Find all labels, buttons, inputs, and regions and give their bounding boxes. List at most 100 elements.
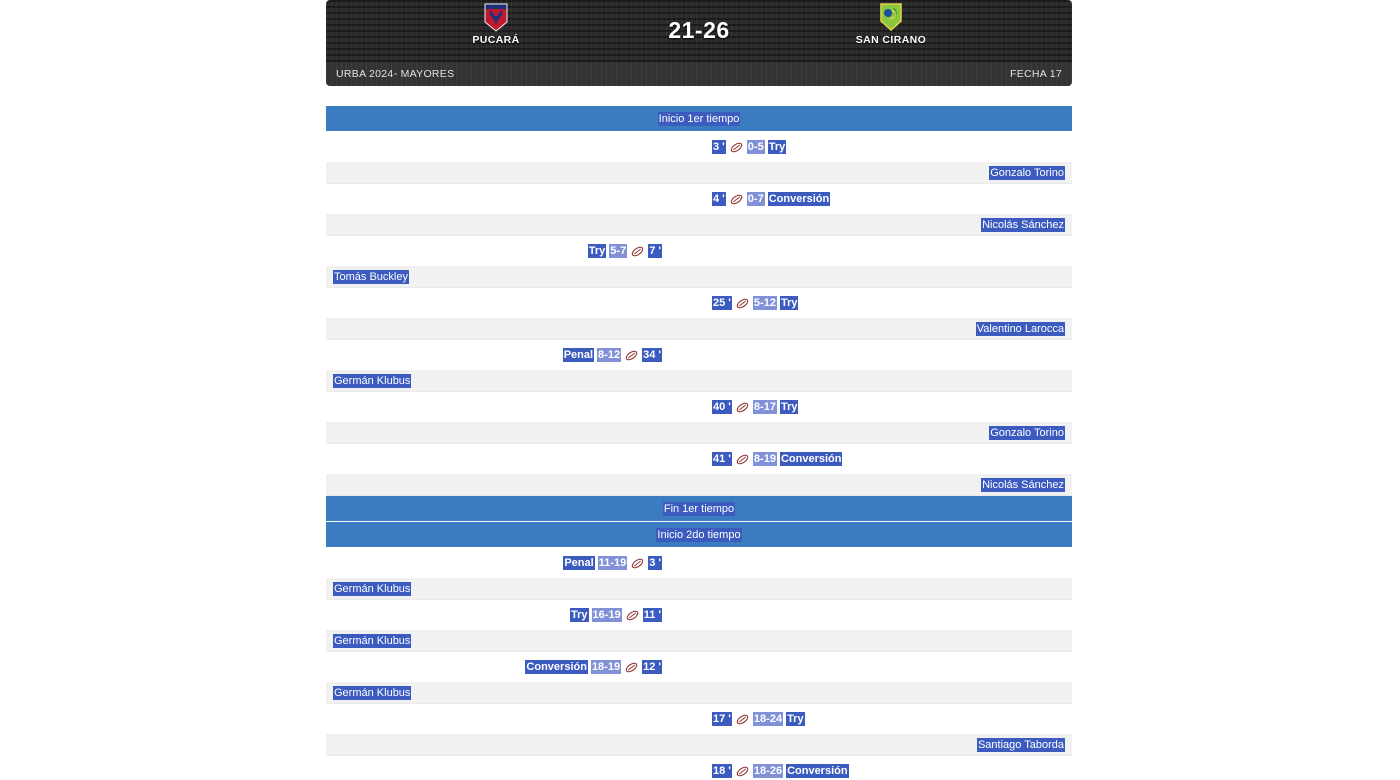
event-action: Try <box>786 712 805 726</box>
page-root: PUCARÁ 21-26 SAN CIRANO URBA 2024- MAYOR… <box>0 0 1400 780</box>
event-player-name: Gonzalo Torino <box>989 166 1065 180</box>
event-content: 18 ' 18-26 Conversión <box>712 764 849 778</box>
event-minute: 7 ' <box>648 244 662 258</box>
event-player-name: Germán Klubus <box>333 686 412 700</box>
period-band-label: Fin 1er tiempo <box>662 501 736 516</box>
timeline-event-row: 3 ' 0-5 Try <box>326 132 1072 163</box>
event-minute: 25 ' <box>712 296 732 310</box>
rugby-ball-icon <box>736 402 749 412</box>
event-minute: 17 ' <box>712 712 732 726</box>
event-score: 18-26 <box>752 764 784 778</box>
event-action: Conversión <box>767 192 831 206</box>
event-player-name: Germán Klubus <box>333 374 412 388</box>
event-score: 18-19 <box>590 660 622 674</box>
event-player-name: Valentino Larocca <box>975 322 1065 336</box>
timeline-event-row: 4 ' 0-7 Conversión <box>326 184 1072 215</box>
timeline-player-row: Gonzalo Torino <box>326 163 1072 184</box>
event-action: Penal <box>562 348 595 362</box>
timeline-event-row: 40 ' 8-17 Try <box>326 392 1072 423</box>
timeline-player-row: Santiago Taborda <box>326 735 1072 756</box>
event-content: Try 16-19 11 ' <box>570 608 662 622</box>
rugby-ball-icon <box>736 766 749 776</box>
event-minute: 18 ' <box>712 764 732 778</box>
timeline-event-row: 17 ' 18-24 Try <box>326 704 1072 735</box>
event-player-name: Tomás Buckley <box>333 270 409 284</box>
rugby-ball-icon <box>730 194 743 204</box>
event-action: Conversión <box>525 660 588 674</box>
event-score: 16-19 <box>591 608 622 622</box>
event-content: Penal 8-12 34 ' <box>562 348 662 362</box>
match-timeline: Inicio 1er tiempo 3 ' 0-5 Try Gonzalo Torino… <box>326 106 1072 780</box>
event-score: 8-19 <box>752 452 777 466</box>
rugby-ball-icon <box>625 350 638 360</box>
event-content: Try 5-7 7 ' <box>587 244 662 258</box>
rugby-ball-icon <box>631 558 644 568</box>
rugby-ball-icon <box>626 610 638 620</box>
event-score: 11-19 <box>597 556 628 570</box>
event-action: Try <box>587 244 607 258</box>
event-content: Penal 11-19 3 ' <box>563 556 662 570</box>
event-score: 0-7 <box>746 192 765 206</box>
timeline-period-band: Inicio 1er tiempo <box>326 106 1072 132</box>
competition-round: FECHA 17 <box>1009 68 1062 80</box>
timeline-player-row: Germán Klubus <box>326 371 1072 392</box>
timeline-player-row: Nicolás Sánchez <box>326 215 1072 236</box>
event-player-name: Germán Klubus <box>333 634 412 648</box>
event-content: 41 ' 8-19 Conversión <box>712 452 843 466</box>
match-header-panel: PUCARÁ 21-26 SAN CIRANO URBA 2024- MAYOR… <box>326 0 1072 86</box>
timeline-event-row: Penal 11-19 3 ' <box>326 548 1072 579</box>
timeline-period-band: Fin 1er tiempo <box>326 496 1072 522</box>
event-minute: 11 ' <box>642 608 662 622</box>
event-action: Penal <box>563 556 595 570</box>
event-minute: 12 ' <box>642 660 662 674</box>
timeline-event-row: Try 5-7 7 ' <box>326 236 1072 267</box>
event-action: Try <box>767 140 787 154</box>
timeline-player-row: Nicolás Sánchez <box>326 475 1072 496</box>
period-band-label: Inicio 2do tiempo <box>656 527 742 542</box>
rugby-ball-icon <box>736 714 749 724</box>
event-content: 17 ' 18-24 Try <box>712 712 805 726</box>
rugby-ball-icon <box>625 662 638 672</box>
event-action: Try <box>779 296 799 310</box>
event-minute: 4 ' <box>712 192 726 206</box>
timeline-event-row: 25 ' 5-12 Try <box>326 288 1072 319</box>
event-player-name: Nicolás Sánchez <box>981 218 1065 232</box>
timeline-event-row: 41 ' 8-19 Conversión <box>326 444 1072 475</box>
away-team-name: SAN CIRANO <box>855 34 927 46</box>
event-score: 5-7 <box>609 244 628 258</box>
event-content: Conversión 18-19 12 ' <box>525 660 662 674</box>
event-score: 18-24 <box>752 712 784 726</box>
timeline-event-row: Penal 8-12 34 ' <box>326 340 1072 371</box>
event-action: Try <box>570 608 589 622</box>
event-content: 3 ' 0-5 Try <box>712 140 787 154</box>
timeline-player-row: Germán Klubus <box>326 683 1072 704</box>
timeline-event-row: Try 16-19 11 ' <box>326 600 1072 631</box>
timeline-event-row: Conversión 18-19 12 ' <box>326 652 1072 683</box>
event-minute: 3 ' <box>648 556 662 570</box>
competition-name: URBA 2024- MAYORES <box>336 68 455 80</box>
event-score: 8-12 <box>597 348 622 362</box>
event-content: 25 ' 5-12 Try <box>712 296 799 310</box>
period-band-label: Inicio 1er tiempo <box>657 111 741 126</box>
rugby-ball-icon <box>631 246 644 256</box>
timeline-player-row: Tomás Buckley <box>326 267 1072 288</box>
timeline-event-row: 18 ' 18-26 Conversión <box>326 756 1072 780</box>
event-player-name: Nicolás Sánchez <box>981 478 1065 492</box>
event-player-name: Santiago Taborda <box>976 738 1065 752</box>
away-team: SAN CIRANO <box>801 3 981 46</box>
event-content: 4 ' 0-7 Conversión <box>712 192 831 206</box>
event-minute: 41 ' <box>712 452 732 466</box>
timeline-period-band: Inicio 2do tiempo <box>326 522 1072 548</box>
event-action: Try <box>779 400 799 414</box>
event-player-name: Germán Klubus <box>333 582 412 596</box>
timeline-player-row: Germán Klubus <box>326 631 1072 652</box>
rugby-ball-icon <box>736 454 749 464</box>
event-minute: 3 ' <box>712 140 726 154</box>
timeline-player-row: Gonzalo Torino <box>326 423 1072 444</box>
timeline-player-row: Germán Klubus <box>326 579 1072 600</box>
event-score: 5-12 <box>752 296 777 310</box>
event-action: Conversión <box>786 764 849 778</box>
event-minute: 34 ' <box>642 348 662 362</box>
event-score: 8-17 <box>752 400 777 414</box>
event-minute: 40 ' <box>712 400 732 414</box>
